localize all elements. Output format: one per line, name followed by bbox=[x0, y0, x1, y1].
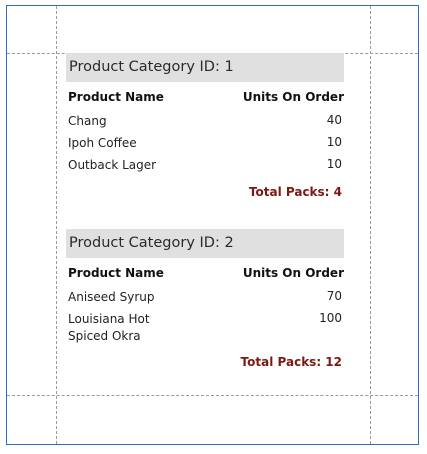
column-headers: Product Name Units On Order bbox=[66, 264, 344, 286]
product-name-cell: Chang bbox=[68, 114, 107, 128]
table-row[interactable]: Chang 40 bbox=[66, 110, 344, 132]
units-on-order-cell: 10 bbox=[326, 157, 342, 171]
product-name-header[interactable]: Product Name bbox=[68, 90, 164, 104]
units-on-order-cell: 10 bbox=[326, 135, 342, 149]
table-row[interactable]: Louisiana Hot Spiced Okra 100 bbox=[66, 308, 344, 346]
table-row[interactable]: Ipoh Coffee 10 bbox=[66, 132, 344, 154]
group-header[interactable]: Product Category ID: 1 bbox=[66, 53, 344, 82]
product-name-cell: Aniseed Syrup bbox=[68, 290, 155, 304]
column-headers: Product Name Units On Order bbox=[66, 88, 344, 110]
units-on-order-cell: 40 bbox=[326, 113, 342, 127]
units-on-order-header[interactable]: Units On Order bbox=[243, 90, 344, 104]
units-on-order-header[interactable]: Units On Order bbox=[243, 266, 344, 280]
category-group-1: Product Category ID: 1 Product Name Unit… bbox=[66, 53, 344, 199]
table-row[interactable]: Outback Lager 10 bbox=[66, 154, 344, 176]
bottom-margin-guide bbox=[7, 395, 418, 396]
category-group-2: Product Category ID: 2 Product Name Unit… bbox=[66, 229, 344, 369]
product-name-cell: Louisiana Hot Spiced Okra bbox=[68, 312, 150, 343]
right-margin-guide bbox=[370, 6, 371, 444]
product-name-header[interactable]: Product Name bbox=[68, 266, 164, 280]
left-margin-guide bbox=[56, 6, 57, 444]
table-row[interactable]: Aniseed Syrup 70 bbox=[66, 286, 344, 308]
units-on-order-cell: 70 bbox=[326, 289, 342, 303]
units-on-order-cell: 100 bbox=[319, 311, 342, 325]
product-name-cell: Ipoh Coffee bbox=[68, 136, 137, 150]
product-name-cell: Outback Lager bbox=[68, 158, 157, 172]
group-header[interactable]: Product Category ID: 2 bbox=[66, 229, 344, 258]
group-total[interactable]: Total Packs: 4 bbox=[66, 185, 344, 199]
group-total[interactable]: Total Packs: 12 bbox=[66, 355, 344, 369]
